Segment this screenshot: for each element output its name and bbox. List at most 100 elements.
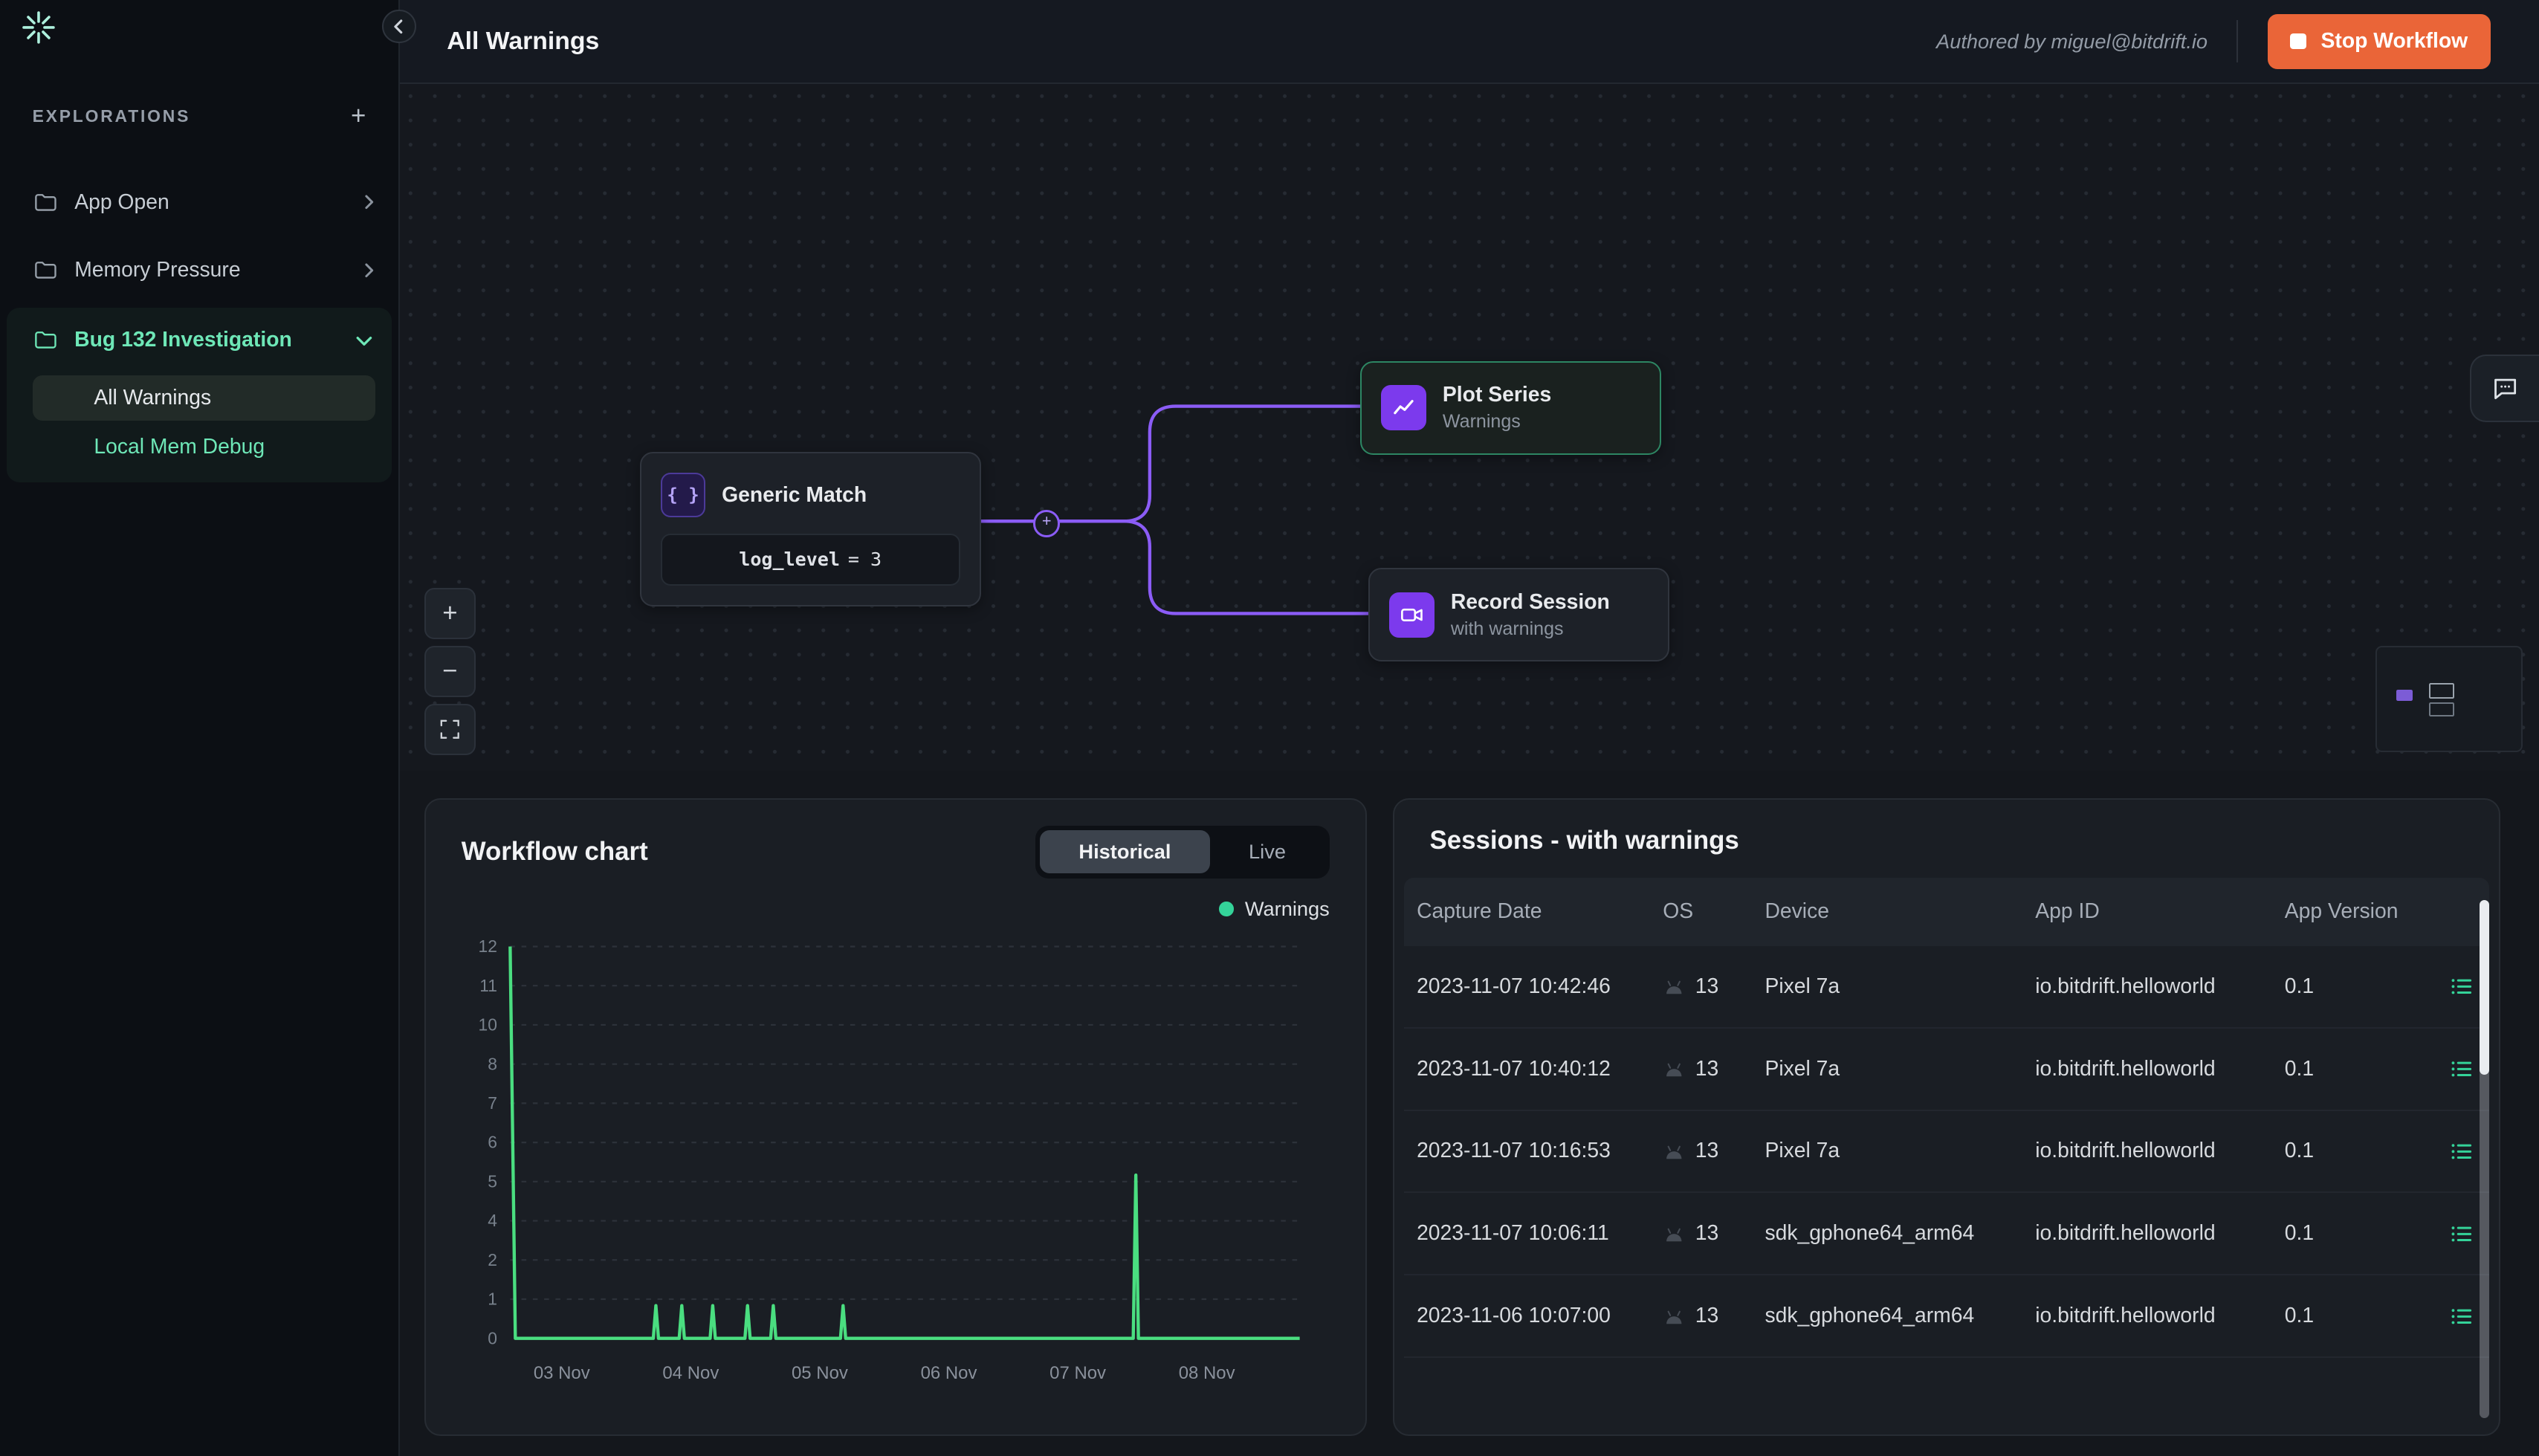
sidebar-item-bug-132-investigation[interactable]: Bug 132 Investigation — [7, 308, 392, 372]
android-icon — [1663, 1224, 1686, 1243]
node-generic-match[interactable]: { } Generic Match log_level = 3 — [640, 452, 981, 606]
sessions-scrollbar — [2480, 900, 2489, 1419]
svg-text:4: 4 — [488, 1211, 497, 1230]
legend-dot — [1219, 902, 1234, 916]
legend-label: Warnings — [1245, 897, 1330, 921]
table-row[interactable]: 2023-11-07 10:40:12 13 Pixel 7a io. — [1404, 1029, 2489, 1111]
svg-text:5: 5 — [488, 1171, 497, 1191]
condition-key: log_level — [739, 549, 840, 570]
sessions-panel-title: Sessions - with warnings — [1394, 826, 2499, 855]
condition-pill: log_level = 3 — [661, 534, 960, 585]
column-header-capture-date: Capture Date — [1404, 899, 1650, 924]
explorations-nav: App Open Memory Pressure — [0, 169, 398, 483]
device-cell: Pixel 7a — [1752, 1057, 2022, 1081]
os-version: 13 — [1695, 1139, 1719, 1163]
capture-date-cell: 2023-11-07 10:40:12 — [1404, 1057, 1650, 1081]
device-cell: sdk_gphone64_arm64 — [1752, 1221, 2022, 1246]
chevron-right-icon — [361, 195, 376, 210]
svg-text:05 Nov: 05 Nov — [792, 1363, 848, 1383]
svg-text:2: 2 — [488, 1250, 497, 1269]
svg-text:08 Nov: 08 Nov — [1178, 1363, 1235, 1383]
app-id-cell: io.bitdrift.helloworld — [2022, 1139, 2272, 1163]
chart-panel-header: Workflow chart Historical Live — [462, 826, 1330, 879]
app-version-cell: 0.1 — [2271, 1057, 2433, 1081]
canvas-minimap[interactable] — [2375, 646, 2523, 752]
sidebar-item-app-open[interactable]: App Open — [0, 169, 398, 237]
fit-view-icon — [439, 718, 462, 741]
svg-text:8: 8 — [488, 1054, 497, 1073]
zoom-controls: + − — [424, 588, 476, 755]
sidebar-item-all-warnings[interactable]: All Warnings — [33, 375, 376, 421]
zoom-out-button[interactable]: − — [424, 646, 476, 697]
chevron-left-icon — [392, 19, 407, 34]
fit-view-button[interactable] — [424, 704, 476, 755]
column-header-os: OS — [1650, 899, 1752, 924]
session-logs-icon — [2449, 1139, 2474, 1164]
os-version: 13 — [1695, 1304, 1719, 1328]
node-record-session[interactable]: Record Session with warnings — [1368, 568, 1669, 661]
workflow-canvas[interactable]: + { } Generic Match log_level = 3 — [398, 84, 2539, 771]
main-area: All Warnings Authored by miguel@bitdrift… — [398, 0, 2539, 1456]
tab-historical[interactable]: Historical — [1040, 830, 1210, 873]
bitdrift-app: EXPLORATIONS + App Open Memory Pressure — [0, 0, 2539, 1456]
chevron-down-icon — [356, 332, 372, 349]
speech-bubble-icon — [2491, 374, 2520, 403]
table-row[interactable]: 2023-11-06 10:07:00 13 sdk_gphone64_arm6… — [1404, 1275, 2489, 1358]
os-cell: 13 — [1650, 1221, 1752, 1246]
condition-value: = 3 — [848, 549, 882, 570]
edge-add-node-button[interactable]: + — [1033, 510, 1061, 537]
os-version: 13 — [1695, 1221, 1719, 1246]
node-plot-series[interactable]: Plot Series Warnings — [1360, 361, 1661, 455]
android-icon — [1663, 1142, 1686, 1161]
topbar-divider — [2236, 20, 2238, 62]
folder-icon — [33, 190, 59, 216]
bottom-panels: Workflow chart Historical Live Warnings … — [398, 771, 2539, 1456]
tab-live[interactable]: Live — [1210, 830, 1325, 873]
node-subtitle: Warnings — [1443, 411, 1551, 433]
node-title: Plot Series — [1443, 383, 1551, 407]
table-row[interactable]: 2023-11-07 10:06:11 13 sdk_gphone64_arm6… — [1404, 1193, 2489, 1275]
capture-date-cell: 2023-11-07 10:16:53 — [1404, 1139, 1650, 1163]
svg-text:10: 10 — [478, 1015, 497, 1034]
node-header: { } Generic Match — [661, 473, 960, 518]
table-row[interactable]: 2023-11-07 10:42:46 13 Pixel 7a io. — [1404, 946, 2489, 1029]
folder-icon — [33, 327, 59, 353]
column-header-device: Device — [1752, 899, 2022, 924]
svg-text:04 Nov: 04 Nov — [662, 1363, 719, 1383]
session-logs-icon — [2449, 974, 2474, 999]
sidebar-collapse-button[interactable] — [382, 10, 415, 43]
svg-text:06 Nov: 06 Nov — [920, 1363, 977, 1383]
stop-icon — [2290, 33, 2306, 50]
sidebar-item-label: App Open — [74, 190, 169, 215]
node-subtitle: with warnings — [1451, 618, 1610, 640]
column-header-app-id: App ID — [2022, 899, 2272, 924]
column-header-app-version: App Version — [2271, 899, 2433, 924]
chart-legend: Warnings — [462, 895, 1330, 924]
capture-date-cell: 2023-11-07 10:42:46 — [1404, 974, 1650, 999]
explorations-header: EXPLORATIONS + — [0, 100, 398, 133]
sidebar-item-label: Bug 132 Investigation — [74, 328, 292, 352]
authored-by-text: Authored by miguel@bitdrift.io — [1936, 30, 2208, 54]
os-cell: 13 — [1650, 974, 1752, 999]
os-cell: 13 — [1650, 1139, 1752, 1163]
svg-text:07 Nov: 07 Nov — [1049, 1363, 1106, 1383]
add-exploration-button[interactable]: + — [344, 100, 372, 133]
sessions-scrollbar-thumb[interactable] — [2480, 900, 2489, 1075]
app-id-cell: io.bitdrift.helloworld — [2022, 1221, 2272, 1246]
android-icon — [1663, 977, 1686, 996]
svg-text:7: 7 — [488, 1093, 497, 1113]
svg-text:11: 11 — [479, 976, 497, 995]
table-row[interactable]: 2023-11-07 10:16:53 13 Pixel 7a io. — [1404, 1111, 2489, 1194]
video-camera-icon — [1389, 592, 1435, 638]
android-icon — [1663, 1059, 1686, 1078]
stop-workflow-button[interactable]: Stop Workflow — [2268, 14, 2491, 69]
sessions-table: Capture Date OS Device App ID App Versio… — [1404, 878, 2489, 1358]
sessions-panel: Sessions - with warnings Capture Date OS… — [1393, 798, 2500, 1436]
sidebar-item-local-mem-debug[interactable]: Local Mem Debug — [33, 424, 376, 470]
app-id-cell: io.bitdrift.helloworld — [2022, 1057, 2272, 1081]
sidebar-group-bug-132: Bug 132 Investigation All Warnings Local… — [7, 308, 392, 482]
page-title: All Warnings — [447, 27, 599, 56]
feedback-chat-button[interactable] — [2470, 355, 2539, 422]
sidebar-item-memory-pressure[interactable]: Memory Pressure — [0, 236, 398, 305]
zoom-in-button[interactable]: + — [424, 588, 476, 639]
